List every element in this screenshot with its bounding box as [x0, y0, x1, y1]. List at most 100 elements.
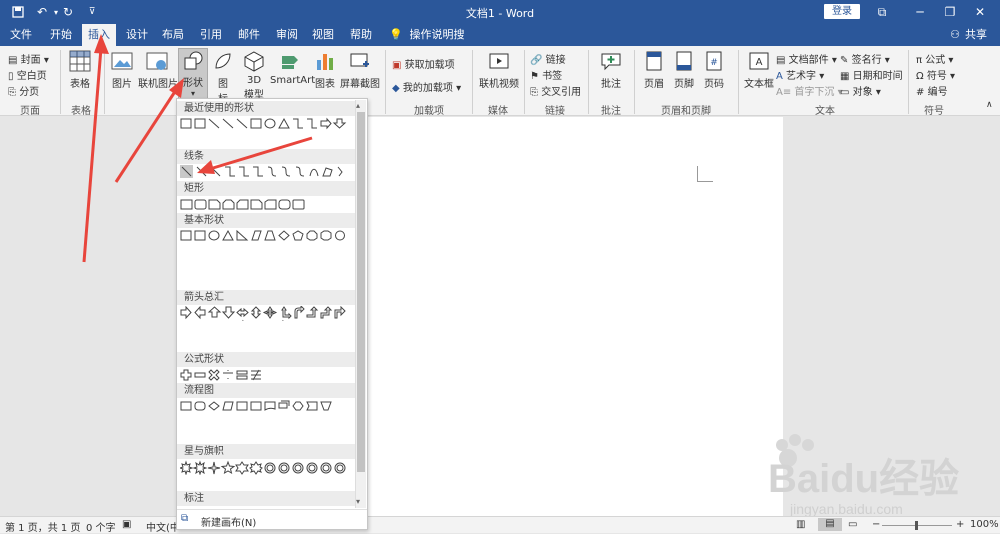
tab-help[interactable]: 帮助 — [344, 24, 378, 46]
web-layout-icon[interactable]: ▭ — [848, 519, 857, 530]
word-count[interactable]: 0 个字 — [86, 519, 116, 534]
tab-references[interactable]: 引用 — [194, 24, 228, 46]
group-separator — [588, 50, 589, 114]
signature-line-button[interactable]: ✎ 签名行 ▾ — [840, 51, 890, 67]
bookmark-button[interactable]: ⚑ 书签 — [530, 67, 562, 83]
quick-parts-button[interactable]: ▤ 文档部件 ▾ — [776, 51, 837, 67]
recent-shapes-row[interactable] — [180, 117, 352, 132]
tab-design[interactable]: 设计 — [120, 24, 154, 46]
number-button[interactable]: # 编号 — [916, 83, 948, 99]
quick-parts-label: 文档部件 — [788, 55, 829, 66]
blank-page-icon: ▯ — [8, 70, 14, 82]
picture-icon — [111, 52, 133, 70]
page-number-button[interactable]: # 页码 — [700, 50, 728, 90]
link-label: 链接 — [545, 55, 566, 66]
tab-file[interactable]: 文件 — [4, 24, 38, 46]
header-icon — [646, 51, 662, 71]
header-label: 页眉 — [644, 79, 664, 90]
chart-icon — [317, 54, 333, 70]
minimize-button[interactable]: ─ — [906, 2, 934, 22]
group-separator — [104, 50, 105, 114]
tell-me-search[interactable]: 操作说明搜索 — [406, 24, 468, 63]
login-button[interactable]: 登录 — [824, 4, 860, 19]
chart-button[interactable]: 图表 — [313, 50, 337, 90]
block-arrows-grid[interactable] — [180, 306, 352, 321]
object-button[interactable]: ▭ 对象 ▾ — [840, 83, 881, 99]
link-icon: 🔗 — [530, 54, 543, 66]
link-button[interactable]: 🔗 链接 — [530, 51, 566, 67]
equation-shapes-row[interactable] — [180, 368, 352, 383]
tab-home[interactable]: 开始 — [44, 24, 78, 46]
group-label-tables: 表格 — [71, 106, 91, 117]
page-break-button[interactable]: ⎘ 分页 — [8, 83, 39, 99]
tab-review[interactable]: 审阅 — [270, 24, 304, 46]
smartart-button[interactable]: SmartArt — [270, 50, 315, 86]
share-button[interactable]: 共享 — [962, 24, 990, 46]
scroll-up-icon[interactable]: ▴ — [356, 101, 360, 110]
comment-button[interactable]: 批注 — [596, 50, 626, 90]
language[interactable]: 中文(中 — [146, 519, 180, 534]
new-canvas-button[interactable]: 新建画布(N) — [201, 514, 256, 529]
zoom-slider-thumb[interactable] — [915, 521, 918, 530]
shapes-button[interactable]: 形状 ▾ — [178, 48, 208, 100]
restore-button[interactable]: ❐ — [936, 2, 964, 22]
read-mode-icon[interactable]: ▥ — [796, 519, 805, 530]
zoom-out-button[interactable]: − — [872, 519, 880, 530]
video-icon — [489, 53, 509, 69]
quick-parts-icon: ▤ — [776, 54, 786, 66]
3d-models-button[interactable]: 3D 模型 — [240, 50, 268, 101]
tab-view[interactable]: 视图 — [306, 24, 340, 46]
scroll-down-icon[interactable]: ▾ — [356, 497, 360, 506]
chevron-down-icon: ▾ — [190, 89, 195, 98]
footer-button[interactable]: 页脚 — [670, 50, 698, 90]
section-stars-banners: 星与旗帜 — [177, 444, 357, 459]
header-button[interactable]: 页眉 — [640, 50, 668, 90]
zoom-in-button[interactable]: + — [956, 519, 964, 530]
lines-row[interactable] — [180, 165, 352, 180]
textbox-button[interactable]: A 文本框 — [742, 50, 776, 90]
online-video-button[interactable]: 联机视频 — [478, 50, 520, 90]
section-flowchart: 流程图 — [177, 383, 357, 398]
cube-icon — [244, 51, 264, 72]
number-icon: # — [916, 86, 925, 98]
collapse-ribbon-icon[interactable]: ∧ — [986, 100, 993, 110]
blank-page-button[interactable]: ▯ 空白页 — [8, 67, 47, 83]
zoom-level[interactable]: 100% — [970, 519, 999, 530]
section-callouts: 标注 — [177, 491, 357, 506]
cross-reference-button[interactable]: ⎘ 交叉引用 — [530, 83, 581, 99]
equation-button[interactable]: π 公式 ▾ — [916, 51, 953, 67]
table-button[interactable]: 表格 — [66, 50, 94, 90]
drop-cap-button[interactable]: A≡ 首字下沉 ▾ — [776, 83, 843, 99]
stars-banners-grid[interactable] — [180, 460, 352, 475]
screenshot-button[interactable]: 屏幕截图 — [340, 50, 380, 90]
ribbon-display-icon[interactable]: ⧉ — [868, 2, 896, 22]
close-button[interactable]: ✕ — [966, 2, 994, 22]
flowchart-grid[interactable] — [180, 399, 352, 414]
get-addins-button[interactable]: ▣ 获取加载项 — [392, 56, 455, 72]
proofing-icon[interactable]: ▣ — [122, 519, 131, 530]
tab-mailings[interactable]: 邮件 — [232, 24, 266, 46]
gallery-scroll-thumb[interactable] — [357, 112, 365, 472]
online-picture-button[interactable]: 联机图片 — [138, 50, 178, 90]
print-layout-icon[interactable]: ▤ — [818, 518, 842, 531]
footer-label: 页脚 — [674, 79, 694, 90]
new-canvas-icon: ⧉ — [181, 513, 189, 524]
date-time-label: 日期和时间 — [852, 71, 903, 82]
signature-icon: ✎ — [840, 54, 849, 66]
cover-page-button[interactable]: ▤ 封面 ▾ — [8, 51, 49, 67]
tab-insert[interactable]: 插入 — [82, 24, 116, 46]
tab-layout[interactable]: 布局 — [156, 24, 190, 46]
rectangles-row[interactable] — [180, 198, 352, 213]
page-count[interactable]: 第 1 页，共 1 页 — [5, 519, 80, 534]
symbol-label: 符号 — [926, 71, 947, 82]
date-time-button[interactable]: ▦ 日期和时间 — [840, 67, 903, 83]
my-addins-button[interactable]: ◆ 我的加载项 ▾ — [392, 79, 461, 95]
symbol-button[interactable]: Ω 符号 ▾ — [916, 67, 955, 83]
picture-button[interactable]: 图片 — [108, 50, 136, 90]
wordart-button[interactable]: A 艺术字 ▾ — [776, 67, 824, 83]
get-addins-label: 获取加载项 — [404, 60, 455, 71]
ribbon: ▤ 封面 ▾ ▯ 空白页 ⎘ 分页 页面 表格 表格 图片 联机图片 形状 ▾ … — [0, 46, 1000, 117]
section-lines: 线条 — [177, 149, 357, 164]
basic-shapes-grid[interactable] — [180, 229, 352, 244]
icons-button[interactable]: 图 标 — [212, 50, 234, 105]
